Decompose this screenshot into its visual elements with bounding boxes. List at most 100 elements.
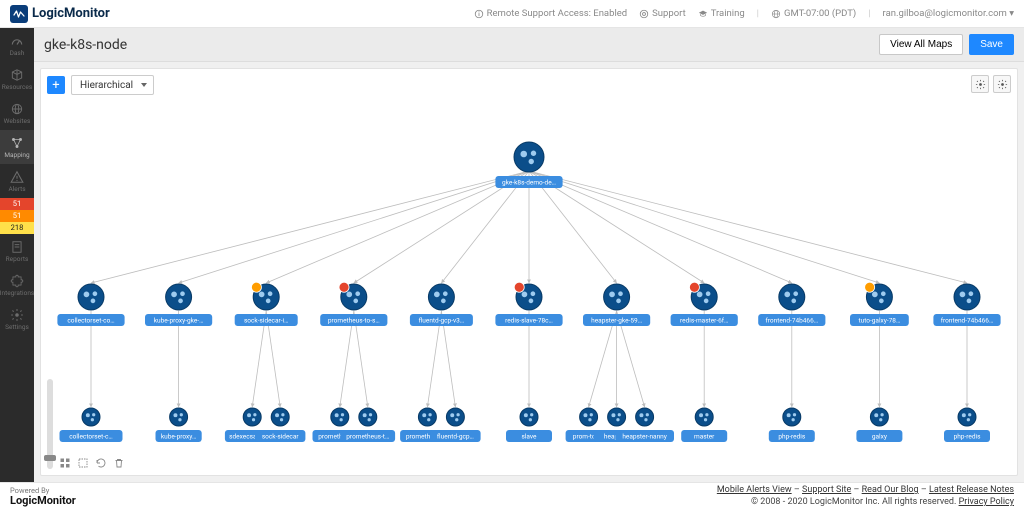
footer-link[interactable]: Latest Release Notes <box>929 485 1014 495</box>
leaf-node[interactable]: php-redis <box>944 408 990 442</box>
root-node[interactable]: gke-k8s-demo-de… <box>495 142 562 188</box>
brand-mark-icon <box>10 5 28 23</box>
alert-badge-red[interactable]: 51 <box>0 198 34 210</box>
mid-node[interactable]: collectorset-co… <box>57 284 124 326</box>
support-link[interactable]: Support <box>639 8 686 19</box>
mid-node[interactable]: redis-slave-78c… <box>495 282 562 326</box>
save-button[interactable]: Save <box>969 34 1014 55</box>
footer: Powered By LogicMonitor Mobile Alerts Vi… <box>0 482 1024 510</box>
layout-select[interactable]: Hierarchical <box>71 75 154 95</box>
info-icon <box>474 9 484 19</box>
nav-label: Reports <box>6 255 29 263</box>
alert-badge-orange[interactable]: 51 <box>0 210 34 222</box>
footer-brand-name: LogicMonitor <box>10 495 76 506</box>
topbar-sep: | <box>757 8 759 19</box>
nav-item-alerts[interactable]: Alerts <box>0 164 34 198</box>
zoom-slider[interactable] <box>47 379 53 469</box>
mid-node[interactable]: heapster-gke-59… <box>583 284 650 326</box>
nav-item-integrations[interactable]: Integrations <box>0 268 34 302</box>
node-label: galxy <box>872 433 887 441</box>
node-label: frontend-74b466… <box>941 317 994 325</box>
nav-item-settings[interactable]: Settings <box>0 302 34 336</box>
node-label: sock-sidecar <box>262 433 300 441</box>
footer-links: Mobile Alerts View – Support Site – Read… <box>717 485 1014 496</box>
graduation-icon <box>698 9 708 19</box>
lifebuoy-icon <box>639 9 649 19</box>
mid-node[interactable]: tuto-galxy-78… <box>850 282 909 326</box>
mid-node[interactable]: kube-proxy-gke-… <box>145 284 212 326</box>
nav-label: Alerts <box>8 185 25 193</box>
node-label: frontend-74b466… <box>766 317 819 325</box>
canvas-gear-2[interactable] <box>993 75 1011 93</box>
node-label: collectorset-co… <box>67 317 114 325</box>
alert-dot-orange <box>251 282 261 292</box>
node-label: redis-slave-78c… <box>505 317 553 325</box>
support-label: Support <box>652 8 686 19</box>
page-title: gke-k8s-node <box>44 37 127 53</box>
leaf-node[interactable]: master <box>681 408 727 442</box>
node-label: kube-proxy-gke-… <box>154 317 204 325</box>
nav-item-resources[interactable]: Resources <box>0 62 34 96</box>
brand-logo[interactable]: LogicMonitor <box>10 5 110 23</box>
privacy-policy-link[interactable]: Privacy Policy <box>959 497 1014 507</box>
timezone-label: GMT-07:00 (PDT) <box>784 8 856 19</box>
lasso-icon[interactable] <box>77 457 89 469</box>
nav-item-websites[interactable]: Websites <box>0 96 34 130</box>
mid-node[interactable]: redis-master-6f… <box>671 282 738 326</box>
training-link[interactable]: Training <box>698 8 745 19</box>
report-icon <box>10 240 24 254</box>
node-label: slave <box>522 433 538 441</box>
topbar: LogicMonitor Remote Support Access: Enab… <box>0 0 1024 28</box>
cube-icon <box>10 68 24 82</box>
node-label: php-redis <box>954 433 982 441</box>
leaf-node[interactable]: php-redis <box>769 408 815 442</box>
page-header: gke-k8s-node View All Maps Save <box>34 28 1024 62</box>
leaf-node[interactable]: slave <box>506 408 552 442</box>
zoom-thumb[interactable] <box>44 455 56 461</box>
footer-link[interactable]: Read Our Blog <box>862 485 919 495</box>
footer-link[interactable]: Support Site <box>802 485 851 495</box>
leaf-node[interactable]: prometheus-t… <box>341 408 396 442</box>
node-label: prometheus-t… <box>346 433 389 441</box>
copyright-text: © 2008 - 2020 LogicMonitor Inc. All righ… <box>751 497 956 507</box>
mid-node[interactable]: sock-sidecar-i… <box>235 282 298 326</box>
nav-label: Dash <box>10 49 25 57</box>
leaf-node[interactable]: kube-proxy… <box>156 408 202 442</box>
user-menu[interactable]: ran.gilboa@logicmonitor.com ▾ <box>883 8 1014 19</box>
timezone-link[interactable]: GMT-07:00 (PDT) <box>771 8 856 19</box>
refresh-icon[interactable] <box>95 457 107 469</box>
grid-icon[interactable] <box>59 457 71 469</box>
alert-badge-yellow[interactable]: 218 <box>0 222 34 234</box>
node-label: php-redis <box>778 433 806 441</box>
nav-item-mapping[interactable]: Mapping <box>0 130 34 164</box>
mid-node[interactable]: frontend-74b466… <box>758 284 825 326</box>
nav-item-dash[interactable]: Dash <box>0 28 34 62</box>
canvas-mini-icons <box>59 457 125 469</box>
globe-icon <box>10 102 24 116</box>
canvas-gear-1[interactable] <box>971 75 989 93</box>
alert-dot-red <box>689 282 699 292</box>
node-label: sock-sidecar-i… <box>244 317 288 325</box>
mid-node[interactable]: prometheus-to-s… <box>320 282 387 326</box>
view-all-maps-button[interactable]: View All Maps <box>879 34 963 55</box>
training-label: Training <box>711 8 745 19</box>
trash-icon[interactable] <box>113 457 125 469</box>
leaf-node[interactable]: sock-sidecar <box>255 408 305 442</box>
mid-node[interactable]: frontend-74b466… <box>933 284 1000 326</box>
leaf-node[interactable]: galxy <box>856 408 902 442</box>
mid-node[interactable]: fluentd-gcp-v3… <box>410 284 473 326</box>
footer-right: Mobile Alerts View – Support Site – Read… <box>717 485 1014 508</box>
node-label: heapster-nanny <box>622 433 667 441</box>
node-label: fluentd-gcp… <box>437 433 474 441</box>
nav-label: Settings <box>5 323 29 331</box>
nav-item-reports[interactable]: Reports <box>0 234 34 268</box>
remote-support-label: Remote Support Access: Enabled <box>487 8 628 19</box>
footer-link[interactable]: Mobile Alerts View <box>717 485 792 495</box>
canvas-settings <box>971 75 1011 93</box>
left-nav: DashResourcesWebsitesMappingAlerts515121… <box>0 28 34 482</box>
map-canvas[interactable]: + Hierarchical <box>40 68 1018 476</box>
add-node-button[interactable]: + <box>47 76 65 94</box>
canvas-toolbar: + Hierarchical <box>47 75 154 95</box>
leaf-node[interactable]: fluentd-gcp… <box>430 408 480 442</box>
alert-dot-red <box>339 282 349 292</box>
